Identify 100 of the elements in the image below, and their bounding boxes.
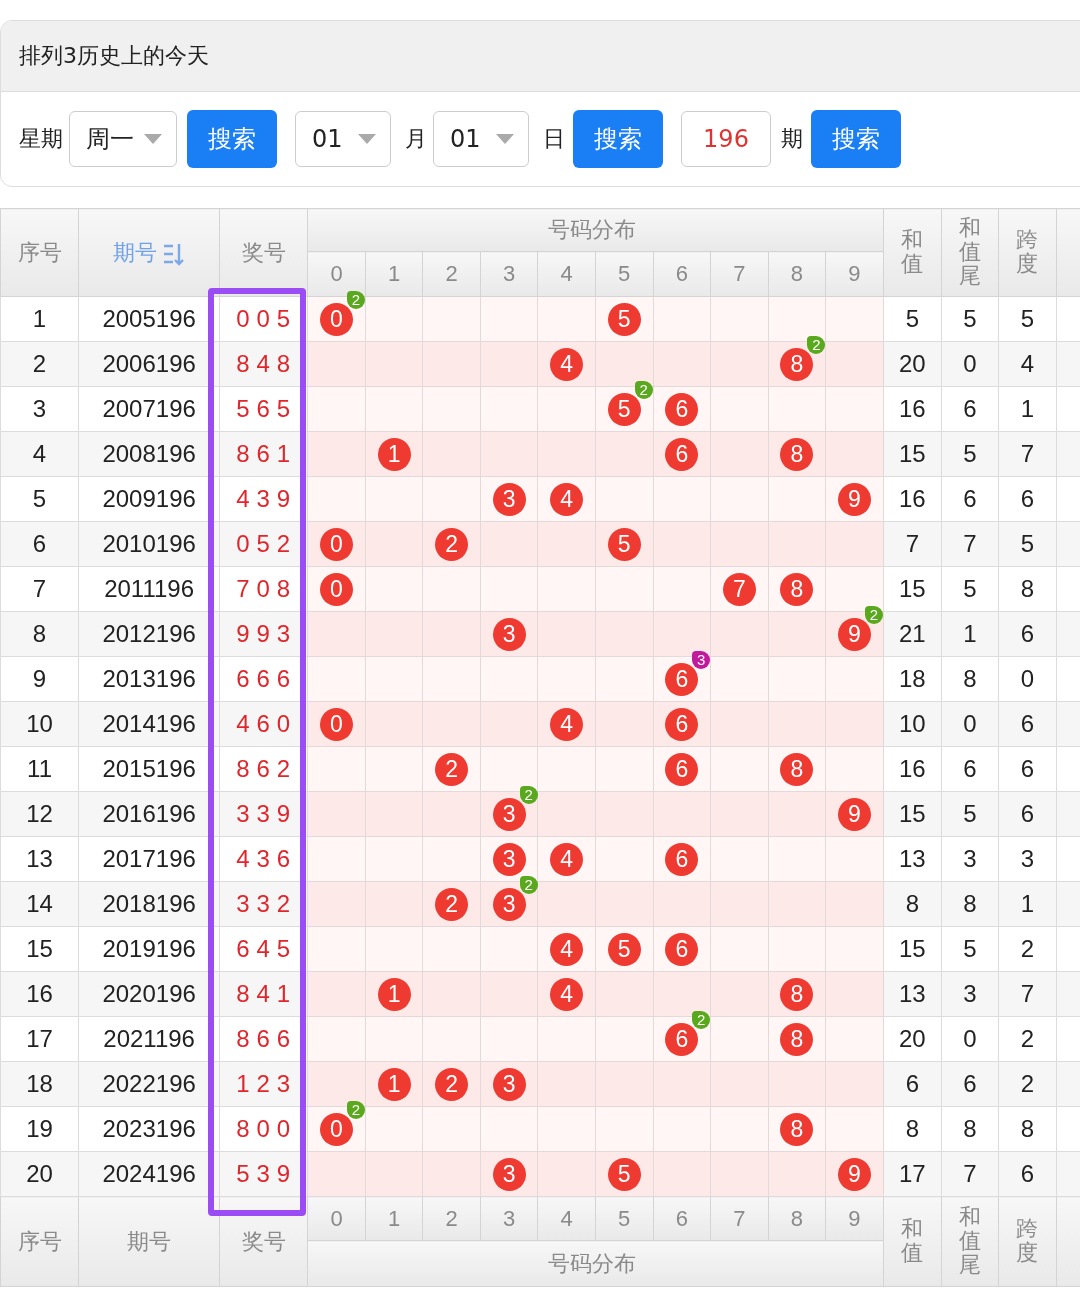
- column-header: 跨度: [1016, 1216, 1039, 1266]
- column-header: 9: [825, 1196, 884, 1241]
- column-header: 3: [480, 1196, 538, 1241]
- column-header: 3: [480, 251, 538, 297]
- table-cell: 13: [0, 836, 79, 882]
- search-button[interactable]: 搜索: [187, 110, 277, 168]
- column-header: 和值: [901, 227, 924, 277]
- number-ball: 1: [377, 437, 411, 471]
- number-ball: 6: [665, 752, 699, 786]
- field-label: 月: [405, 125, 427, 153]
- column-header: 期号: [78, 1196, 220, 1287]
- table-cell: 13: [883, 971, 942, 1017]
- number-ball: 8: [780, 1022, 814, 1056]
- number-ball: 9: [837, 797, 871, 831]
- table-cell: 3: [941, 836, 999, 882]
- column-header: 和值: [901, 1216, 924, 1266]
- table-cell: 2008196: [78, 431, 220, 477]
- table-cell: 2018196: [78, 881, 220, 927]
- column-header: 号码分布: [307, 1240, 884, 1287]
- issue-field[interactable]: 196: [681, 111, 771, 167]
- table-cell: 6: [941, 386, 999, 432]
- table-cell: 5: [941, 566, 999, 612]
- table-cell: 6: [941, 1061, 999, 1107]
- number-ball: 5: [607, 527, 641, 561]
- table-cell: 16: [883, 746, 942, 792]
- number-ball: 8: [780, 572, 814, 606]
- column-header: 2: [422, 1196, 481, 1241]
- number-ball: 8: [780, 437, 814, 471]
- table-cell: 18: [883, 656, 942, 702]
- table-cell: 14: [0, 881, 79, 927]
- table-cell: 19: [0, 1106, 79, 1152]
- column-header: 和值尾: [958, 1204, 981, 1278]
- column-header: 6: [653, 1196, 711, 1241]
- table-cell: 6: [883, 1061, 942, 1107]
- number-ball: 2: [435, 1067, 469, 1101]
- column-header: 5: [595, 1196, 653, 1241]
- table-cell: 5: [0, 476, 79, 522]
- number-ball: 6: [665, 392, 699, 426]
- table-cell: 8: [998, 566, 1057, 612]
- column-header: 6: [653, 251, 711, 297]
- table-cell: 3: [941, 971, 999, 1017]
- number-ball: 4: [550, 707, 584, 741]
- table-cell: 3: [998, 836, 1057, 882]
- table-cell: 2023196: [78, 1106, 220, 1152]
- table-cell: 8: [998, 1106, 1057, 1152]
- table-cell: 5: [941, 296, 999, 342]
- column-header[interactable]: 序号: [0, 208, 79, 297]
- column-header: 2: [422, 251, 481, 297]
- table-cell: 8: [883, 881, 942, 927]
- table-cell: 2020196: [78, 971, 220, 1017]
- table-cell: 13: [883, 836, 942, 882]
- table-cell: 4: [0, 431, 79, 477]
- column-header: 跨度: [1016, 227, 1039, 277]
- table-cell: 7: [998, 971, 1057, 1017]
- table-cell: 8: [883, 1106, 942, 1152]
- table-cell: 20: [883, 1016, 942, 1062]
- number-ball: 3: [492, 1067, 526, 1101]
- dropdown[interactable]: 周一: [69, 111, 177, 167]
- column-header: 4: [537, 251, 596, 297]
- number-ball: 7: [722, 572, 756, 606]
- table-cell: 1: [998, 881, 1057, 927]
- table-cell: 2022196: [78, 1061, 220, 1107]
- table-cell: 7: [998, 431, 1057, 477]
- column-header: 4: [537, 1196, 596, 1241]
- number-ball: 4: [550, 977, 584, 1011]
- table-cell: 2: [998, 926, 1057, 972]
- number-ball: 4: [550, 347, 584, 381]
- table-cell: 9: [0, 656, 79, 702]
- column-header: 1: [365, 1196, 423, 1241]
- table-cell: 12: [0, 791, 79, 837]
- table-cell: 20: [883, 341, 942, 387]
- number-ball: 6: [665, 707, 699, 741]
- table-cell: 16: [883, 476, 942, 522]
- table-cell: 2012196: [78, 611, 220, 657]
- table-cell: 11: [0, 746, 79, 792]
- number-ball: 5: [607, 932, 641, 966]
- column-header: 序号: [0, 1196, 79, 1287]
- table-cell: 0: [941, 341, 999, 387]
- table-cell: 2021196: [78, 1016, 220, 1062]
- table-cell: 8: [941, 1106, 999, 1152]
- table-cell: 7: [941, 521, 999, 567]
- table-cell: 8: [941, 881, 999, 927]
- number-ball: 9: [837, 1157, 871, 1191]
- table-cell: 10: [0, 701, 79, 747]
- table-cell: 6: [998, 611, 1057, 657]
- table-cell: 6: [998, 791, 1057, 837]
- column-header[interactable]: 奖号: [219, 208, 308, 297]
- search-button[interactable]: 搜索: [811, 110, 901, 168]
- table-cell: 2015196: [78, 746, 220, 792]
- dropdown[interactable]: 01: [433, 111, 529, 167]
- search-button[interactable]: 搜索: [573, 110, 663, 168]
- number-ball: 2: [435, 527, 469, 561]
- column-header[interactable]: 期号: [78, 208, 220, 297]
- table-cell: 15: [883, 431, 942, 477]
- table-cell: 6: [998, 1151, 1057, 1197]
- table-cell: 6: [941, 476, 999, 522]
- table-cell: 15: [883, 926, 942, 972]
- number-ball: 5: [607, 1157, 641, 1191]
- dropdown[interactable]: 01: [295, 111, 391, 167]
- table-cell: 2024196: [78, 1151, 220, 1197]
